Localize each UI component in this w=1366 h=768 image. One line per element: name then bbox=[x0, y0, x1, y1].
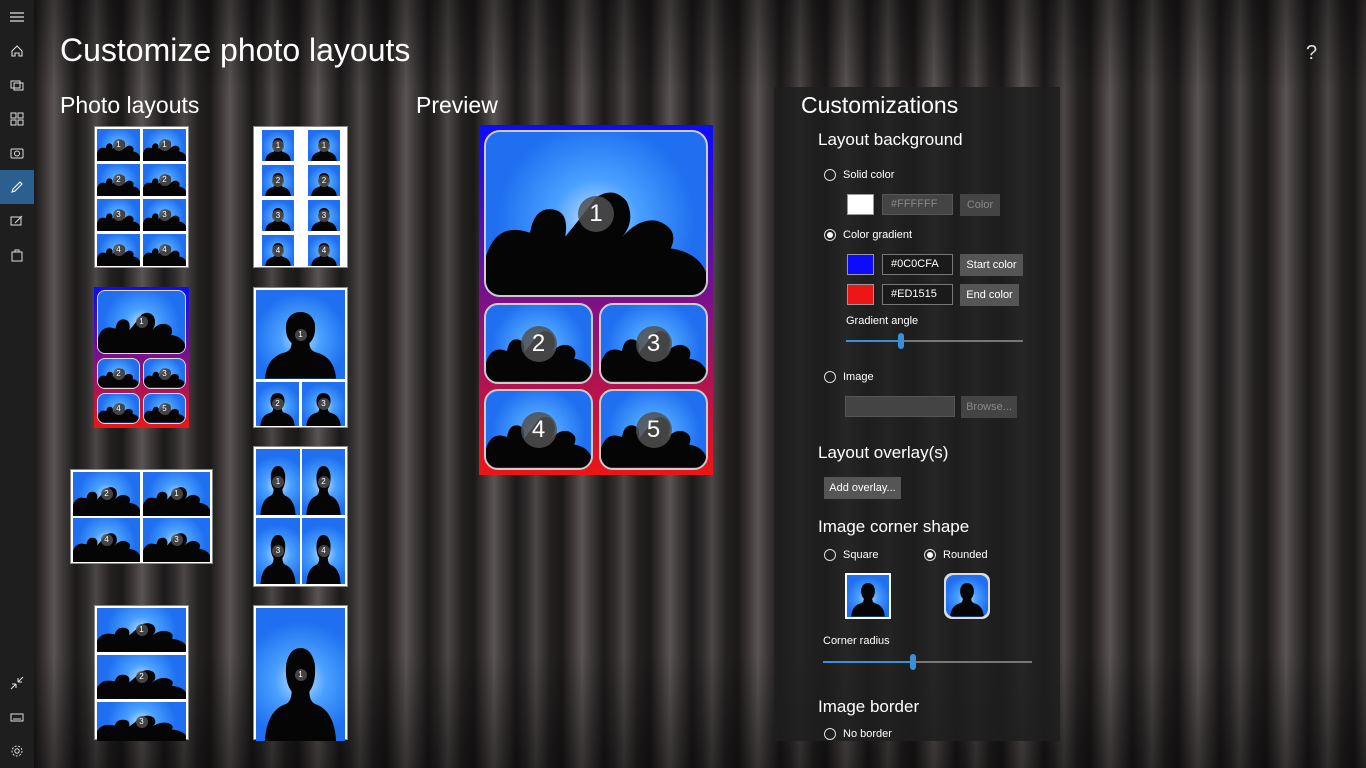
end-color-swatch bbox=[847, 284, 874, 305]
solid-color-label: Solid color bbox=[843, 169, 895, 181]
no-border-label: No border bbox=[843, 728, 892, 740]
gradient-angle-thumb[interactable] bbox=[897, 333, 904, 349]
start-color-input[interactable]: #0C0CFA bbox=[882, 254, 953, 275]
square-radio[interactable] bbox=[824, 549, 836, 561]
image-radio[interactable] bbox=[824, 371, 836, 383]
solid-color-input[interactable]: #FFFFFF bbox=[882, 194, 953, 215]
home-icon[interactable] bbox=[0, 34, 34, 68]
slideshow-icon[interactable] bbox=[0, 68, 34, 102]
preview-title: Preview bbox=[416, 92, 498, 118]
rounded-sample[interactable] bbox=[944, 573, 990, 619]
menu-icon[interactable] bbox=[0, 0, 34, 34]
help-button[interactable]: ? bbox=[1306, 42, 1317, 65]
camera-icon[interactable] bbox=[0, 136, 34, 170]
settings-icon[interactable] bbox=[0, 734, 34, 768]
rounded-label: Rounded bbox=[943, 549, 988, 561]
end-color-button[interactable]: End color bbox=[960, 284, 1019, 306]
corner-radius-label: Corner radius bbox=[823, 635, 890, 647]
photo-layouts-title: Photo layouts bbox=[60, 92, 200, 118]
add-overlay-button[interactable]: Add overlay... bbox=[824, 477, 901, 499]
customizations-title: Customizations bbox=[801, 92, 959, 118]
corner-shape-title: Image corner shape bbox=[818, 517, 970, 536]
color-gradient-radio[interactable] bbox=[824, 229, 836, 241]
gradient-angle-label: Gradient angle bbox=[846, 315, 919, 327]
layout-background-title: Layout background bbox=[818, 130, 963, 149]
sidebar bbox=[0, 0, 34, 768]
edit-icon[interactable] bbox=[0, 170, 34, 204]
layout-thumb-6[interactable]: 1 2 3 4 bbox=[253, 446, 348, 587]
layout-thumb-2[interactable]: 1 1 2 2 3 3 4 4 bbox=[253, 126, 348, 268]
start-color-swatch bbox=[847, 254, 874, 275]
layout-thumb-7[interactable]: 1 2 3 bbox=[94, 605, 189, 741]
layout-thumb-1[interactable]: 1 1 2 2 3 3 4 4 bbox=[94, 126, 189, 268]
layout-thumb-8[interactable]: 1 bbox=[253, 605, 348, 741]
apps-icon[interactable] bbox=[0, 102, 34, 136]
image-border-title: Image border bbox=[818, 697, 920, 716]
gradient-angle-fill bbox=[846, 340, 901, 342]
layout-preview: 1 2 3 4 5 bbox=[479, 125, 713, 475]
corner-radius-fill bbox=[823, 661, 913, 663]
end-color-input[interactable]: #ED1515 bbox=[882, 284, 953, 305]
sign-icon[interactable] bbox=[0, 204, 34, 238]
page-title: Customize photo layouts bbox=[60, 32, 411, 68]
square-sample[interactable] bbox=[845, 573, 891, 619]
solid-color-radio[interactable] bbox=[824, 169, 836, 181]
solid-color-swatch bbox=[847, 194, 874, 215]
square-label: Square bbox=[843, 549, 879, 561]
layout-overlays-title: Layout overlay(s) bbox=[818, 443, 949, 462]
corner-radius-thumb[interactable] bbox=[909, 654, 916, 670]
image-path-input[interactable] bbox=[845, 396, 955, 417]
solid-color-button[interactable]: Color bbox=[960, 194, 1000, 216]
browse-button[interactable]: Browse... bbox=[961, 396, 1017, 418]
shop-icon[interactable] bbox=[0, 238, 34, 272]
image-label: Image bbox=[843, 371, 874, 383]
start-color-button[interactable]: Start color bbox=[960, 254, 1023, 276]
rounded-radio[interactable] bbox=[924, 549, 936, 561]
collapse-icon[interactable] bbox=[0, 666, 34, 700]
layout-thumb-5[interactable]: 2 1 4 3 bbox=[70, 469, 213, 564]
no-border-radio[interactable] bbox=[824, 728, 836, 740]
keyboard-icon[interactable] bbox=[0, 700, 34, 734]
layout-thumb-4[interactable]: 1 2 3 bbox=[253, 287, 348, 428]
color-gradient-label: Color gradient bbox=[843, 229, 913, 241]
layout-thumb-3-selected[interactable]: 1 2 3 4 5 bbox=[94, 287, 189, 428]
